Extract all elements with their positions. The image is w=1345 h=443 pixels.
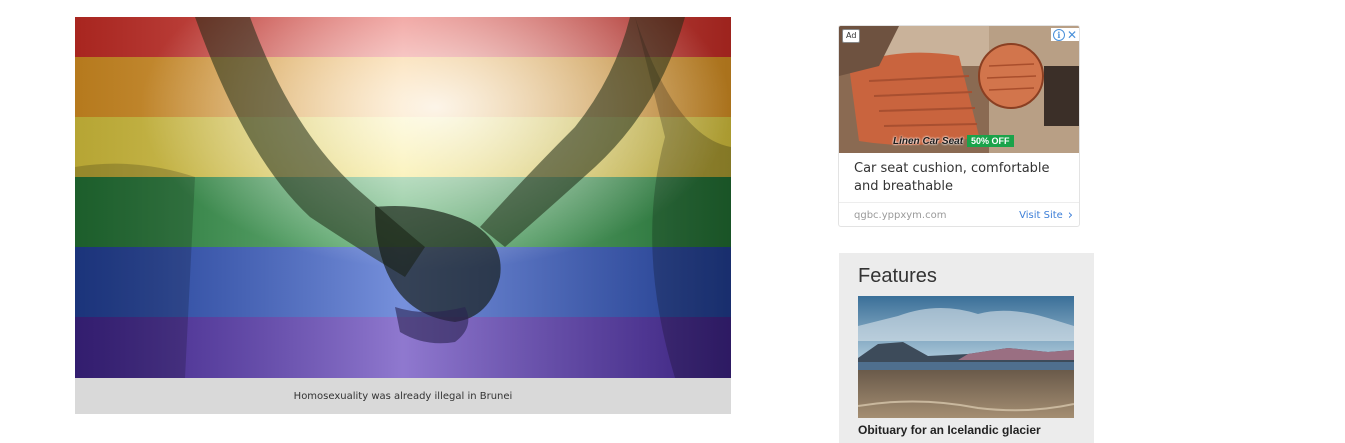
advertisement-card[interactable]: Ad i ✕ Linen Car Seat 50% OFF Car seat c… — [838, 25, 1080, 227]
ad-product-name: Linen Car Seat — [893, 135, 964, 147]
features-title: Features — [858, 265, 937, 287]
feature-headline-link[interactable]: Obituary for an Icelandic glacier — [858, 423, 1041, 437]
visit-site-label: Visit Site — [1019, 210, 1063, 221]
car-seat-ad-image[interactable]: Ad i ✕ Linen Car Seat 50% OFF — [839, 26, 1079, 153]
ad-controls: i ✕ — [1050, 28, 1079, 41]
chevron-right-icon: › — [1067, 208, 1073, 223]
ad-discount-badge: 50% OFF — [967, 135, 1014, 147]
glacier-landscape-photo[interactable] — [858, 296, 1074, 418]
ad-product-label: Linen Car Seat 50% OFF — [889, 134, 1014, 148]
close-icon[interactable]: ✕ — [1067, 29, 1077, 41]
ad-footer: qgbc.yppxym.com Visit Site › — [839, 202, 1079, 226]
rainbow-flag-hands-photo — [75, 17, 731, 378]
features-panel: Features Obituary for an Icelandic glaci… — [839, 253, 1094, 443]
ad-headline[interactable]: Car seat cushion, comfortable and breath… — [854, 160, 1069, 196]
figure-caption: Homosexuality was already illegal in Bru… — [293, 390, 513, 402]
info-icon[interactable]: i — [1052, 28, 1065, 41]
caption-bar: Homosexuality was already illegal in Bru… — [75, 378, 731, 414]
visit-site-link[interactable]: Visit Site › — [1019, 209, 1073, 222]
ad-badge: Ad — [842, 29, 861, 43]
ad-domain: qgbc.yppxym.com — [854, 210, 947, 221]
article-figure: Homosexuality was already illegal in Bru… — [75, 17, 731, 414]
